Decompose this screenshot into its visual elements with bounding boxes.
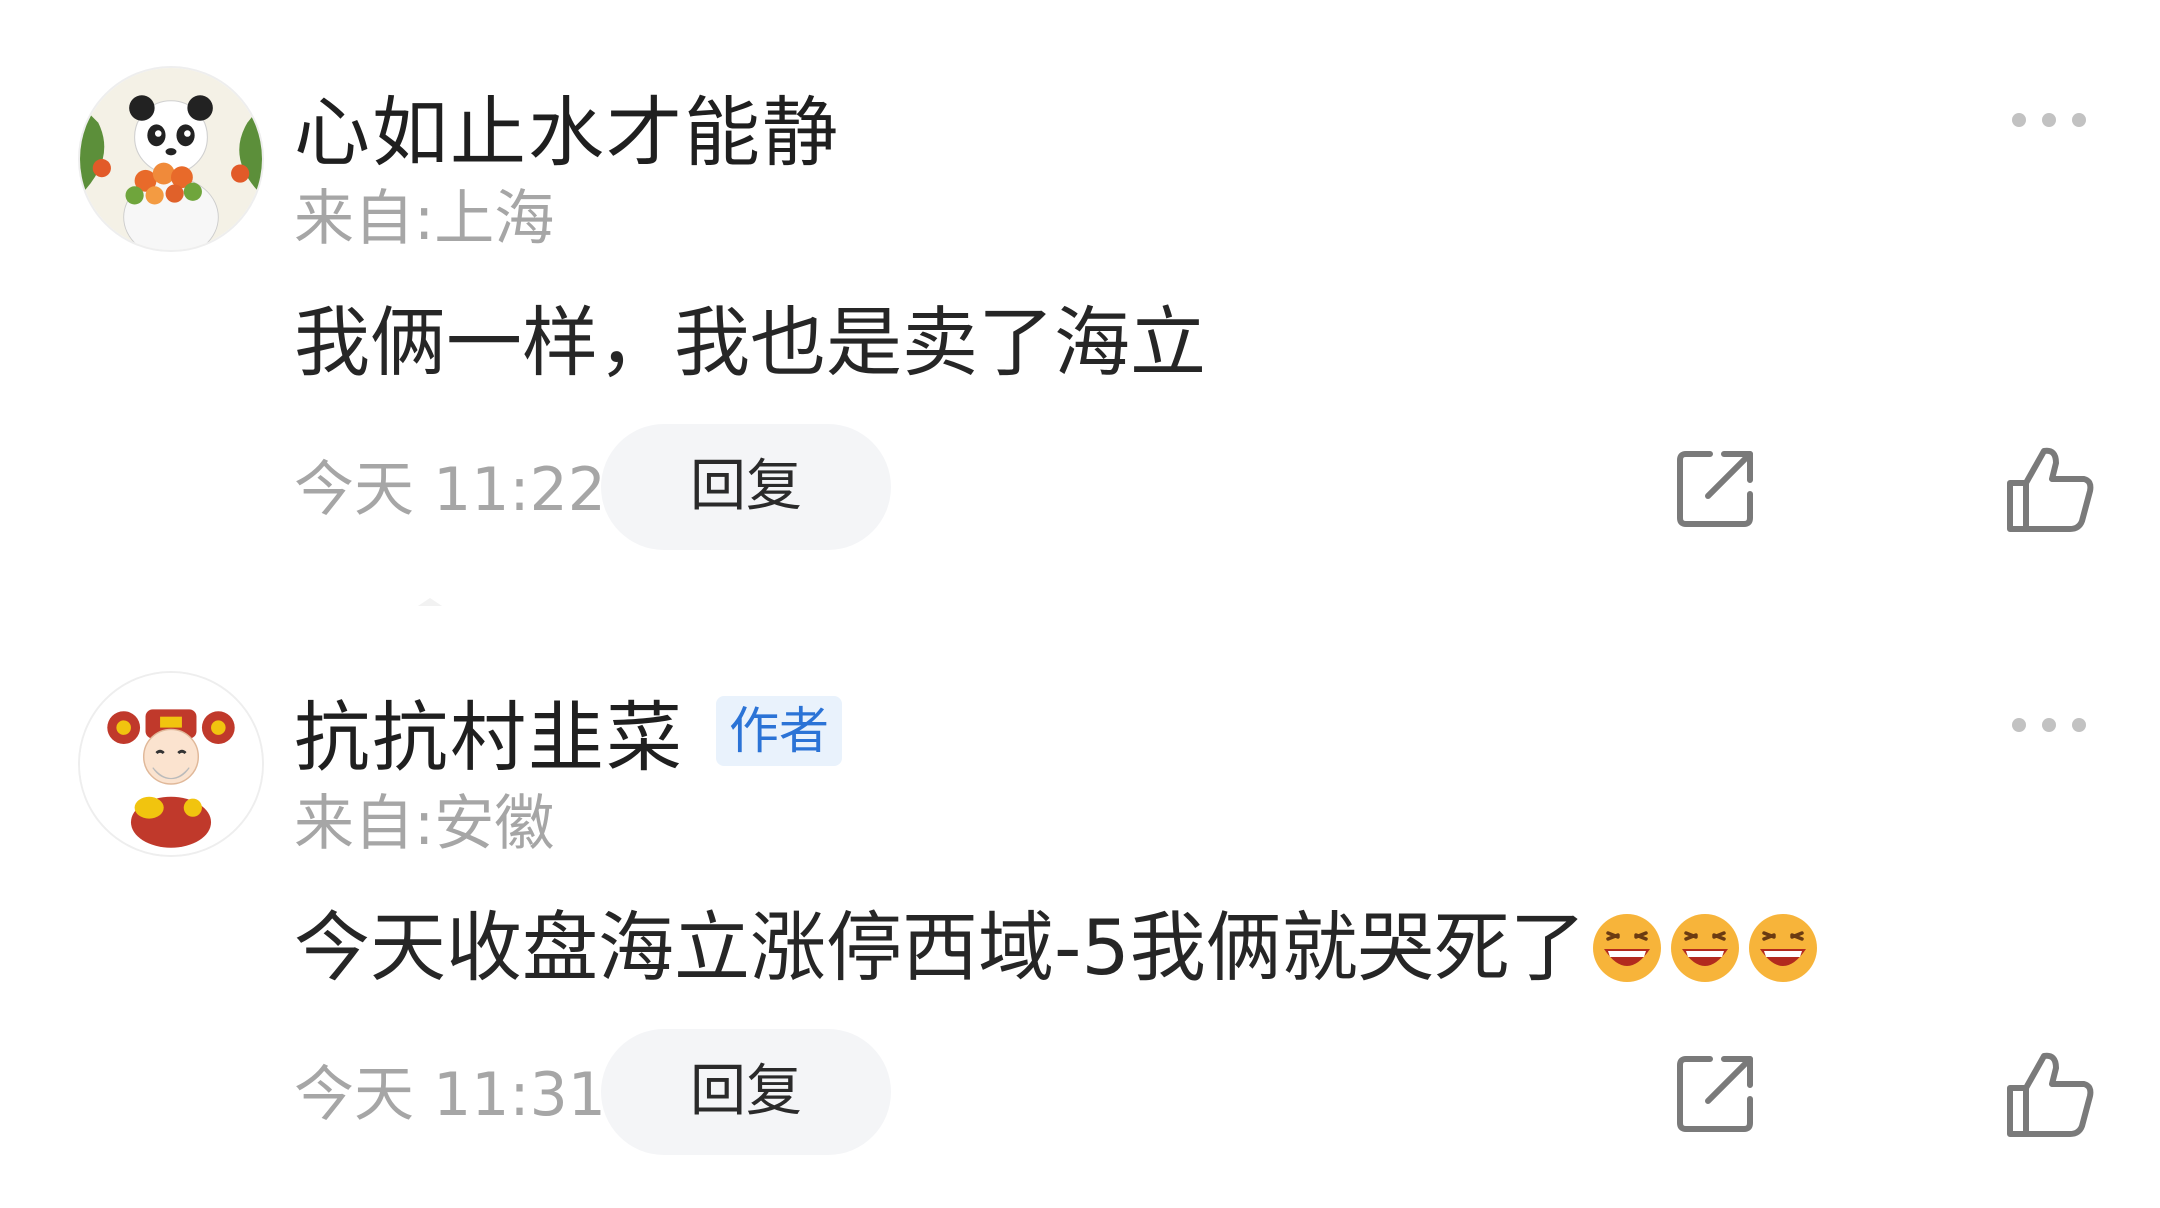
emoji-group: [1586, 911, 1820, 985]
user-info: 抗抗村韭菜 作者: [294, 679, 842, 783]
timestamp: 今天 11:22: [294, 455, 606, 525]
comment-text: 今天收盘海立涨停西域-5我俩就哭死了: [294, 903, 1586, 992]
avatar[interactable]: [78, 671, 264, 857]
laughing-face-emoji: [1668, 911, 1742, 985]
username[interactable]: 心如止水才能静: [294, 71, 840, 181]
laughing-face-emoji: [1590, 911, 1664, 985]
reply-button[interactable]: 回复: [601, 1029, 891, 1155]
comment-content: 今天收盘海立涨停西域-5我俩就哭死了: [294, 903, 1820, 993]
user-info: 心如止水才能静: [294, 74, 840, 178]
author-badge: 作者: [716, 696, 842, 766]
laughing-face-emoji: [1746, 911, 1820, 985]
comment-text: 我俩一样，我也是卖了海立: [294, 298, 1206, 387]
comment-content: 我俩一样，我也是卖了海立: [294, 298, 1206, 388]
comment-item: 抗抗村韭菜 作者 来自:安徽 今天收盘海立涨停西域-5我俩就哭死了 今天 11:…: [0, 605, 2160, 1205]
location-label: 来自:上海: [294, 184, 555, 254]
more-options-icon[interactable]: [2006, 100, 2092, 140]
panda-avatar-icon: [80, 68, 262, 250]
avatar[interactable]: [78, 66, 264, 252]
like-icon[interactable]: [2004, 443, 2096, 535]
comment-item: 心如止水才能静 来自:上海 我俩一样，我也是卖了海立 今天 11:22 回复: [0, 0, 2160, 606]
location-label: 来自:安徽: [294, 789, 555, 859]
share-icon[interactable]: [1672, 1051, 1758, 1137]
username[interactable]: 抗抗村韭菜: [294, 676, 684, 786]
god-of-wealth-avatar-icon: [80, 673, 262, 855]
share-icon[interactable]: [1672, 446, 1758, 532]
more-options-icon[interactable]: [2006, 705, 2092, 745]
like-icon[interactable]: [2004, 1048, 2096, 1140]
reply-button[interactable]: 回复: [601, 424, 891, 550]
timestamp: 今天 11:31: [294, 1060, 606, 1130]
